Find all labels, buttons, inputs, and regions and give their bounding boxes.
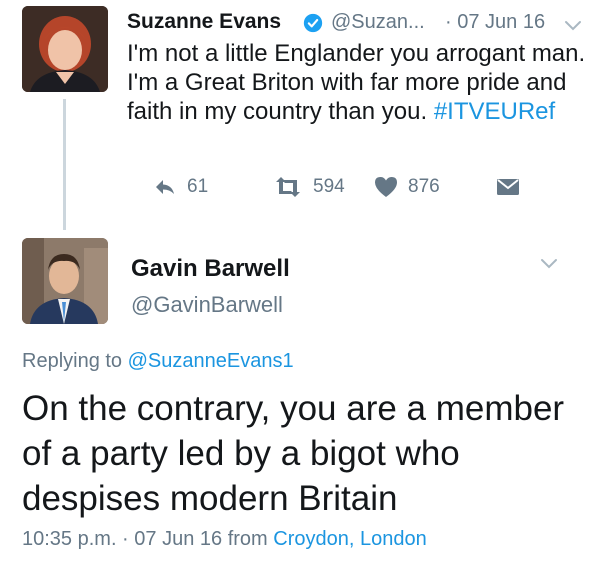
direct-message-button[interactable] bbox=[496, 174, 530, 200]
retweet-count: 594 bbox=[313, 176, 345, 197]
like-count: 876 bbox=[408, 176, 440, 197]
avatar-gavin-barwell[interactable] bbox=[22, 238, 108, 324]
reply-count: 61 bbox=[187, 176, 209, 197]
chevron-down-icon[interactable] bbox=[564, 20, 582, 32]
tweet2-text: On the contrary, you are a member of a p… bbox=[22, 389, 565, 518]
reply-button[interactable]: 61 bbox=[153, 174, 208, 200]
replying-to-link[interactable]: @SuzanneEvans1 bbox=[128, 350, 294, 372]
tweet2-timestamp[interactable]: 10:35 p.m. · 07 Jun 16 bbox=[22, 528, 222, 550]
tweet1-author-name[interactable]: Suzanne Evans bbox=[127, 10, 281, 34]
retweet-icon bbox=[276, 177, 300, 197]
heart-icon bbox=[375, 177, 397, 197]
tweet1-date[interactable]: · 07 Jun 16 bbox=[445, 11, 545, 34]
like-button[interactable]: 876 bbox=[374, 174, 440, 200]
dm-icon bbox=[497, 179, 519, 195]
location-link[interactable]: Croydon, London bbox=[273, 528, 426, 550]
tweet1-author-handle[interactable]: @Suzan... bbox=[331, 11, 425, 34]
chevron-down-icon[interactable] bbox=[540, 258, 558, 270]
tweet1-header: Suzanne Evans @Suzan... · 07 Jun 16 bbox=[127, 10, 587, 40]
retweet-button[interactable]: 594 bbox=[273, 174, 345, 200]
from-label: from bbox=[227, 528, 268, 550]
tweet2-author-name[interactable]: Gavin Barwell bbox=[131, 255, 290, 283]
tweet1-text: I'm not a little Englander you arrogant … bbox=[127, 39, 587, 126]
tweet2-metadata: 10:35 p.m. · 07 Jun 16 from Croydon, Lon… bbox=[22, 528, 427, 551]
replying-to-line: Replying to @SuzanneEvans1 bbox=[22, 350, 294, 373]
thread-connector-line bbox=[63, 99, 66, 230]
reply-icon bbox=[156, 180, 174, 194]
avatar-suzanne-evans[interactable] bbox=[22, 6, 108, 92]
replying-prefix: Replying to bbox=[22, 350, 123, 372]
hashtag-link[interactable]: #ITVEURef bbox=[434, 98, 555, 125]
verified-icon bbox=[303, 13, 323, 33]
tweet2-author-handle[interactable]: @GavinBarwell bbox=[131, 292, 283, 318]
